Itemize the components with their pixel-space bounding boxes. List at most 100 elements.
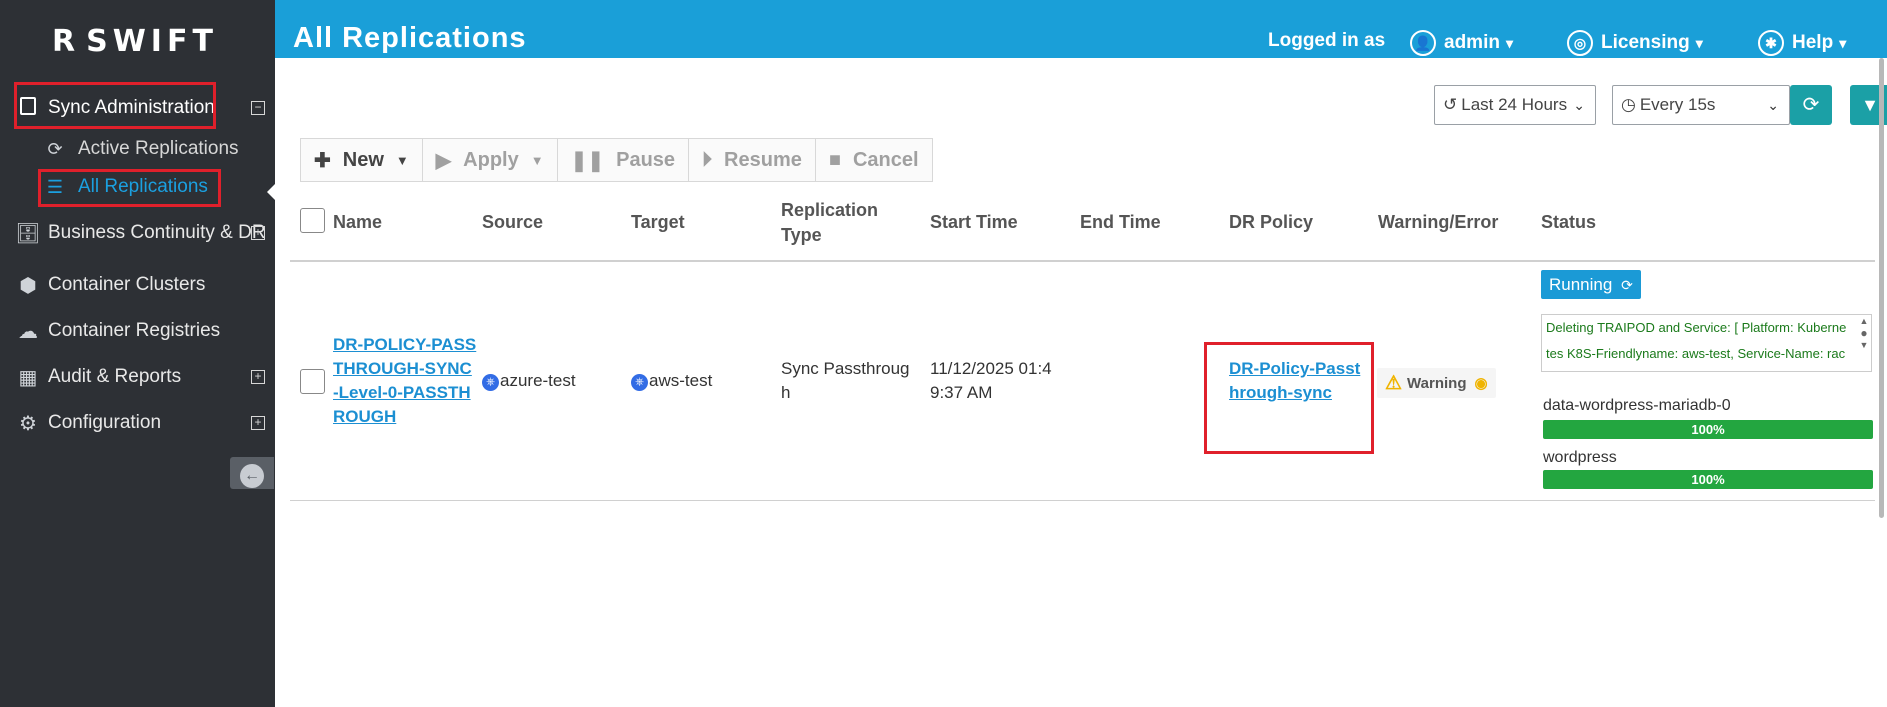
help-label: Help <box>1792 32 1834 53</box>
col-warning-error[interactable]: Warning/Error <box>1378 212 1498 233</box>
user-name: admin <box>1444 32 1500 53</box>
replication-type-line: h <box>781 383 791 402</box>
kubernetes-icon: ⎈ <box>631 374 648 391</box>
resume-button[interactable]: ⏵ Resume <box>689 139 816 181</box>
new-button[interactable]: ✚ New ▼ <box>301 139 423 181</box>
sidebar-item-label: Audit & Reports <box>48 366 182 387</box>
start-time-line: 11/12/2025 01:4 <box>930 359 1052 378</box>
source-value: azure-test <box>500 371 576 390</box>
table-header: Name Source Target Replication Type Star… <box>290 198 1875 262</box>
replication-name-line: THROUGH-SYNC <box>333 359 472 378</box>
sidebar-item-label: Active Replications <box>78 138 239 159</box>
cube-icon: ⬢ <box>19 274 37 297</box>
user-icon: 👤 <box>1410 30 1436 56</box>
col-target[interactable]: Target <box>631 212 685 233</box>
col-replication-type-line2: Type <box>781 225 822 245</box>
status-label: Running <box>1549 275 1613 294</box>
user-menu[interactable]: 👤 admin ▾ <box>1410 30 1513 56</box>
sidebar-item-container-clusters[interactable]: ⬢ Container Clusters <box>0 265 275 305</box>
cloud-icon: ☁ <box>18 320 38 343</box>
sidebar-item-container-registries[interactable]: ☁ Container Registries <box>0 311 275 351</box>
page-scrollbar[interactable] <box>1876 58 1887 518</box>
col-status[interactable]: Status <box>1541 212 1596 233</box>
replication-name-line: -Level-0-PASSTH <box>333 383 471 402</box>
replication-name-link[interactable]: DR-POLICY-PASS THROUGH-SYNC -Level-0-PAS… <box>333 333 476 429</box>
row-checkbox[interactable] <box>300 369 325 394</box>
refresh-interval-value: Every 15s <box>1639 95 1716 114</box>
col-start-time[interactable]: Start Time <box>930 212 1018 233</box>
status-message-line: tes K8S-Friendlyname: aws-test, Service-… <box>1546 346 1846 361</box>
app-logo[interactable]: R SWIFT <box>52 24 218 59</box>
caret-down-icon: ▼ <box>395 152 409 168</box>
highlight-box <box>14 82 216 129</box>
grid-icon: ▦ <box>18 366 38 389</box>
time-range-value: Last 24 Hours <box>1461 95 1568 114</box>
sidebar-item-active-replications[interactable]: ⟳ Active Replications <box>40 132 239 166</box>
help-menu[interactable]: ✱ Help ▾ <box>1758 30 1846 56</box>
status-message-box[interactable]: Deleting TRAIPOD and Service: [ Platform… <box>1541 314 1872 372</box>
caret-down-icon: ▼ <box>530 152 544 168</box>
collapse-icon[interactable]: − <box>251 101 265 115</box>
clock-icon: ◷ <box>1621 95 1636 114</box>
apply-label: Apply <box>463 148 519 171</box>
status-badge: Running ⟳ <box>1541 270 1641 299</box>
source-cell: ⎈ azure-test <box>482 369 576 393</box>
time-range-select[interactable]: ↺ Last 24 Hours ⌄ <box>1434 85 1596 125</box>
pause-label: Pause <box>616 148 676 171</box>
col-replication-type[interactable]: Replication Type <box>781 200 878 246</box>
page-scrollbar-thumb[interactable] <box>1879 58 1884 518</box>
sidebar-item-configuration[interactable]: ⚙ Configuration + <box>0 403 275 443</box>
pause-button[interactable]: ❚❚ Pause <box>557 139 690 181</box>
scroll-up-icon[interactable]: ▲ <box>1857 316 1871 326</box>
sidebar-item-label: Business Continuity & DR <box>48 222 266 243</box>
pause-icon: ❚❚ <box>570 149 605 172</box>
replication-type-cell: Sync Passthroug h <box>781 357 910 405</box>
refresh-button[interactable]: ⟳ <box>1790 85 1832 125</box>
kubernetes-icon: ⎈ <box>482 374 499 391</box>
top-header: All Replications Logged in as 👤 admin ▾ … <box>275 0 1887 58</box>
sidebar-item-audit-reports[interactable]: ▦ Audit & Reports + <box>0 357 275 397</box>
licensing-label: Licensing <box>1601 32 1690 53</box>
expand-icon[interactable]: + <box>251 416 265 430</box>
collapse-sidebar-button[interactable]: ← <box>230 457 274 489</box>
licensing-icon: ◎ <box>1567 30 1593 56</box>
licensing-menu[interactable]: ◎ Licensing ▾ <box>1567 30 1703 56</box>
cancel-button[interactable]: ■ Cancel <box>815 139 932 181</box>
warning-label: Warning <box>1407 374 1467 392</box>
highlight-box <box>1204 342 1374 454</box>
resume-label: Resume <box>724 148 802 171</box>
sync-icon: ⟳ <box>47 138 63 159</box>
select-all-checkbox[interactable] <box>300 208 325 233</box>
resume-icon: ⏵ <box>702 148 713 171</box>
target-cell: ⎈ aws-test <box>631 369 712 393</box>
refresh-icon: ⟳ <box>1802 94 1820 116</box>
eye-icon[interactable]: ◉ <box>1474 374 1487 392</box>
col-source[interactable]: Source <box>482 212 543 233</box>
expand-icon[interactable]: + <box>251 226 265 240</box>
replication-name-line: ROUGH <box>333 407 397 426</box>
arrow-left-icon: ← <box>240 464 264 488</box>
scroll-down-icon[interactable]: ▼ <box>1857 340 1871 350</box>
sidebar-item-business-continuity[interactable]: 🗄 Business Continuity & DR + <box>0 213 275 253</box>
warning-badge[interactable]: ⚠ Warning ◉ <box>1377 368 1496 398</box>
col-name[interactable]: Name <box>333 212 382 233</box>
business-continuity-icon: 🗄 <box>15 222 41 245</box>
plus-icon: ✚ <box>314 149 331 172</box>
expand-icon[interactable]: + <box>251 370 265 384</box>
apply-button[interactable]: ▶ Apply ▼ <box>422 139 558 181</box>
chevron-down-icon: ▾ <box>1505 34 1513 51</box>
scroll-thumb-icon[interactable]: ● <box>1857 326 1871 340</box>
action-toolbar: ✚ New ▼ ▶ Apply ▼ ❚❚ Pause ⏵ Resume ■ Ca… <box>300 138 933 182</box>
sidebar-item-label: Container Registries <box>48 320 221 341</box>
chevron-down-icon: ▾ <box>1839 34 1847 51</box>
logged-in-label: Logged in as <box>1268 30 1386 51</box>
col-replication-type-line1: Replication <box>781 200 879 220</box>
pod-name: data-wordpress-mariadb-0 <box>1543 397 1731 414</box>
chevron-down-icon: ⌄ <box>1767 96 1779 113</box>
col-dr-policy[interactable]: DR Policy <box>1229 212 1313 233</box>
highlight-box <box>38 169 221 207</box>
message-scrollbar[interactable]: ▲ ● ▼ <box>1857 316 1871 370</box>
refresh-interval-select[interactable]: ◷ Every 15s ⌄ <box>1612 85 1790 125</box>
help-icon: ✱ <box>1758 30 1784 56</box>
col-end-time[interactable]: End Time <box>1080 212 1161 233</box>
